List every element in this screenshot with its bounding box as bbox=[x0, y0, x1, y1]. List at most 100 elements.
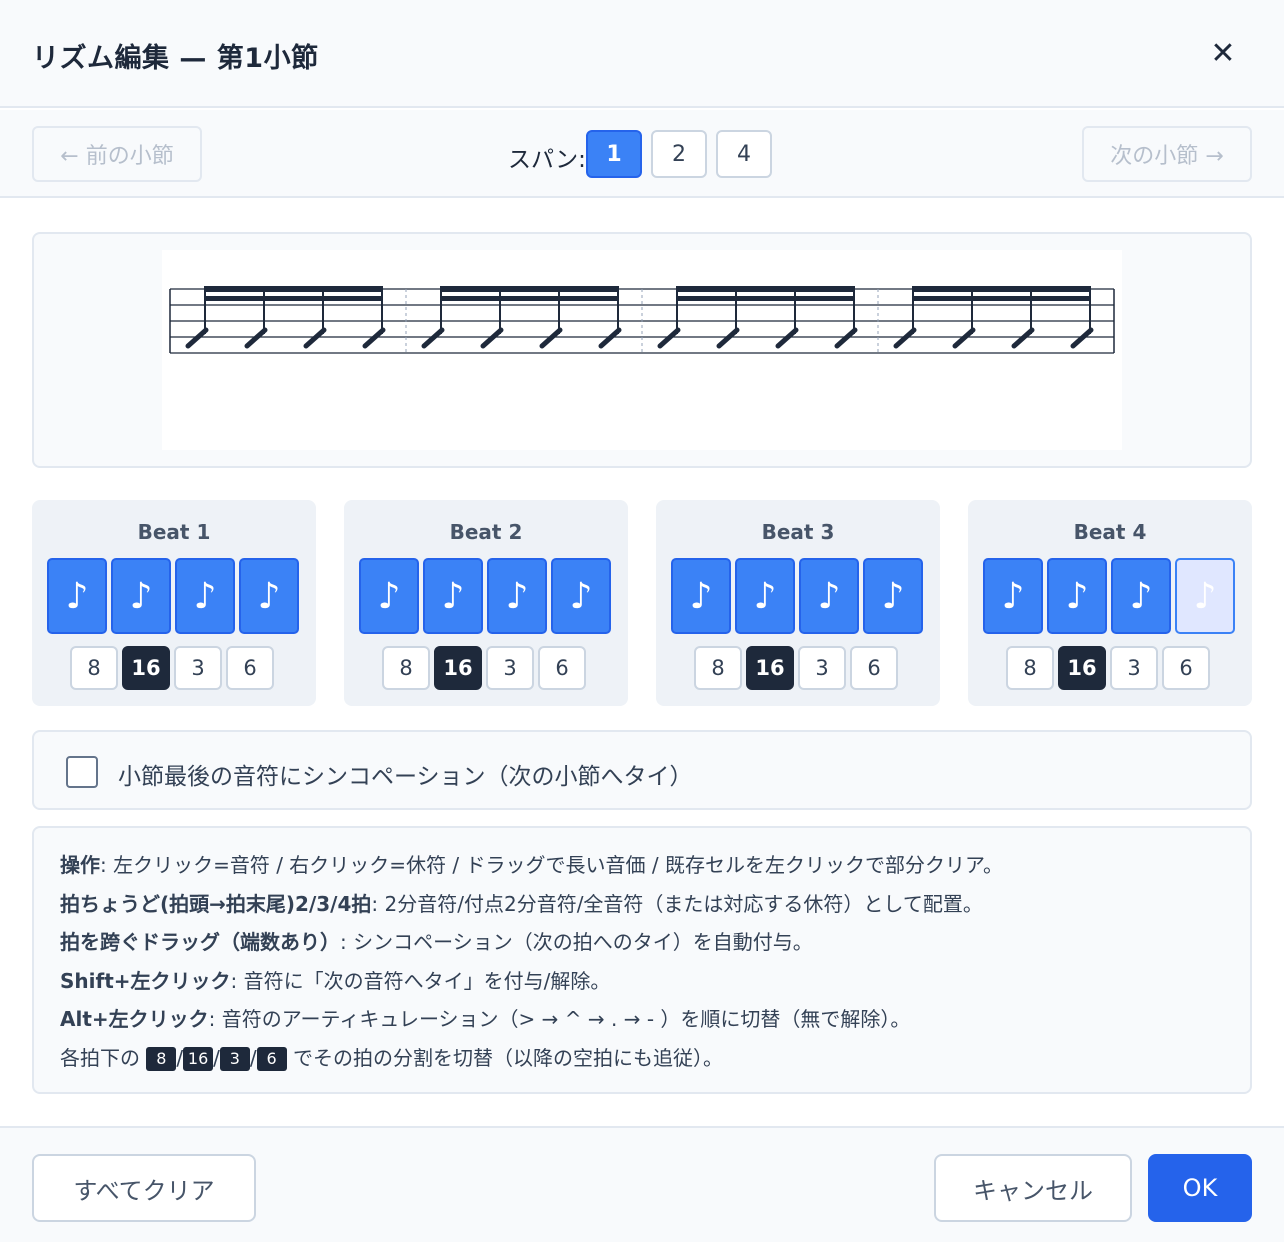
division-8-button[interactable]: 8 bbox=[382, 646, 430, 690]
note-cell[interactable]: ♪ bbox=[671, 558, 731, 634]
separator: / bbox=[176, 1045, 184, 1070]
prev-measure-button[interactable]: ← 前の小節 bbox=[32, 126, 202, 182]
slash-notehead bbox=[598, 327, 622, 349]
beat-title: Beat 4 bbox=[1073, 520, 1147, 544]
help-line: 拍ちょうど(拍頭→拍末尾)2/3/4拍: 2分音符/付点2分音符/全音符（または… bbox=[60, 885, 1250, 924]
note-cell-hover[interactable]: ♪ bbox=[1175, 558, 1235, 634]
division-6-button[interactable]: 6 bbox=[850, 646, 898, 690]
span-option-1[interactable]: 1 bbox=[586, 130, 642, 178]
division-16-button[interactable]: 16 bbox=[122, 646, 170, 690]
note-cell[interactable]: ♪ bbox=[239, 558, 299, 634]
help-term: Shift+左クリック bbox=[60, 968, 231, 993]
beam-secondary bbox=[204, 296, 383, 301]
help-text: : シンコペーション（次の拍へのタイ）を自動付与。 bbox=[340, 930, 813, 955]
division-buttons: 8 16 3 6 bbox=[1006, 646, 1216, 690]
note-cell[interactable]: ♪ bbox=[487, 558, 547, 634]
span-option-4[interactable]: 4 bbox=[716, 130, 772, 178]
slash-notehead bbox=[952, 327, 976, 349]
beam-secondary bbox=[440, 296, 619, 301]
help-text: 各拍下の bbox=[60, 1045, 147, 1070]
help-term: Alt+左クリック bbox=[60, 1007, 209, 1032]
slash-notehead bbox=[244, 327, 268, 349]
kbd-badge: 8 bbox=[146, 1047, 177, 1072]
division-16-button[interactable]: 16 bbox=[1058, 646, 1106, 690]
division-6-button[interactable]: 6 bbox=[226, 646, 274, 690]
beam-primary bbox=[676, 286, 855, 292]
rhythm-staff bbox=[169, 286, 1115, 354]
note-cell[interactable]: ♪ bbox=[359, 558, 419, 634]
division-8-button[interactable]: 8 bbox=[694, 646, 742, 690]
rhythm-edit-dialog: リズム編集 — 第1小節 ✕ ← 前の小節 スパン: 1 2 4 次の小節 → … bbox=[0, 0, 1284, 1242]
beam-primary bbox=[912, 286, 1091, 292]
help-line: 各拍下の 8/16/3/6 でその拍の分割を切替（以降の空拍にも追従）。 bbox=[60, 1039, 1250, 1078]
division-16-button[interactable]: 16 bbox=[434, 646, 482, 690]
beat-panel-4: Beat 4 ♪ ♪ ♪ ♪ 8 16 3 6 bbox=[968, 500, 1252, 706]
division-3-button[interactable]: 3 bbox=[798, 646, 846, 690]
division-16-button[interactable]: 16 bbox=[746, 646, 794, 690]
note-cell[interactable]: ♪ bbox=[1047, 558, 1107, 634]
beat-cells: ♪ ♪ ♪ ♪ bbox=[47, 558, 303, 634]
next-measure-button[interactable]: 次の小節 → bbox=[1082, 126, 1252, 182]
close-icon[interactable]: ✕ bbox=[1204, 34, 1242, 72]
help-panel: 操作: 左クリック=音符 / 右クリック=休符 / ドラッグで長い音価 / 既存… bbox=[32, 826, 1252, 1094]
help-line: Shift+左クリック: 音符に「次の音符へタイ」を付与/解除。 bbox=[60, 962, 1250, 1001]
slash-notehead bbox=[421, 327, 445, 349]
division-3-button[interactable]: 3 bbox=[174, 646, 222, 690]
note-cell[interactable]: ♪ bbox=[47, 558, 107, 634]
division-6-button[interactable]: 6 bbox=[538, 646, 586, 690]
help-term: 拍を跨ぐドラッグ（端数あり） bbox=[60, 930, 340, 955]
help-text: : 音符に「次の音符へタイ」を付与/解除。 bbox=[230, 968, 611, 993]
beam-primary bbox=[440, 286, 619, 292]
help-line: Alt+左クリック: 音符のアーティキュレーション（> → ^ → . → ‐ … bbox=[60, 1000, 1250, 1039]
division-8-button[interactable]: 8 bbox=[1006, 646, 1054, 690]
kbd-badge: 16 bbox=[183, 1047, 214, 1072]
division-3-button[interactable]: 3 bbox=[1110, 646, 1158, 690]
help-text: : 2分音符/付点2分音符/全音符（または対応する休符）として配置。 bbox=[371, 891, 983, 916]
division-buttons: 8 16 3 6 bbox=[70, 646, 280, 690]
separator: / bbox=[213, 1045, 220, 1070]
staff-canvas bbox=[162, 250, 1122, 450]
syncopation-option: 小節最後の音符にシンコペーション（次の小節へタイ） bbox=[32, 730, 1252, 810]
note-cell[interactable]: ♪ bbox=[799, 558, 859, 634]
beam-primary bbox=[204, 286, 383, 292]
syncopation-checkbox[interactable] bbox=[66, 756, 98, 788]
note-cell[interactable]: ♪ bbox=[175, 558, 235, 634]
slash-notehead bbox=[480, 327, 504, 349]
beat-title: Beat 1 bbox=[137, 520, 211, 544]
note-cell[interactable]: ♪ bbox=[1111, 558, 1171, 634]
slash-notehead bbox=[362, 327, 386, 349]
slash-notehead bbox=[775, 327, 799, 349]
clear-all-button[interactable]: すべてクリア bbox=[32, 1154, 256, 1222]
help-text: : 音符のアーティキュレーション（> → ^ → . → ‐ ）を順に切替（無で… bbox=[208, 1007, 911, 1032]
span-label: スパン: bbox=[508, 147, 586, 173]
note-cell[interactable]: ♪ bbox=[983, 558, 1043, 634]
ok-button[interactable]: OK bbox=[1148, 1154, 1252, 1222]
division-6-button[interactable]: 6 bbox=[1162, 646, 1210, 690]
beat-panel-3: Beat 3 ♪ ♪ ♪ ♪ 8 16 3 6 bbox=[656, 500, 940, 706]
note-cell[interactable]: ♪ bbox=[423, 558, 483, 634]
division-buttons: 8 16 3 6 bbox=[382, 646, 592, 690]
note-cell[interactable]: ♪ bbox=[551, 558, 611, 634]
help-term: 操作 bbox=[60, 853, 100, 877]
kbd-badge: 6 bbox=[256, 1047, 287, 1072]
beat-cells: ♪ ♪ ♪ ♪ bbox=[359, 558, 615, 634]
beam-secondary bbox=[912, 296, 1091, 301]
slash-notehead bbox=[893, 327, 917, 349]
beat-panel-2: Beat 2 ♪ ♪ ♪ ♪ 8 16 3 6 bbox=[344, 500, 628, 706]
cancel-button[interactable]: キャンセル bbox=[934, 1154, 1132, 1222]
dialog-header: リズム編集 — 第1小節 ✕ bbox=[0, 0, 1284, 108]
division-3-button[interactable]: 3 bbox=[486, 646, 534, 690]
beat-title: Beat 2 bbox=[449, 520, 523, 544]
note-cell[interactable]: ♪ bbox=[735, 558, 795, 634]
kbd-badge: 3 bbox=[219, 1047, 250, 1072]
beat-title: Beat 3 bbox=[761, 520, 835, 544]
help-line: 拍を跨ぐドラッグ（端数あり）: シンコペーション（次の拍へのタイ）を自動付与。 bbox=[60, 923, 1250, 962]
note-cell[interactable]: ♪ bbox=[111, 558, 171, 634]
slash-notehead bbox=[539, 327, 563, 349]
note-cell[interactable]: ♪ bbox=[863, 558, 923, 634]
division-8-button[interactable]: 8 bbox=[70, 646, 118, 690]
beam-secondary bbox=[676, 296, 855, 301]
slash-notehead bbox=[834, 327, 858, 349]
syncopation-label[interactable]: 小節最後の音符にシンコペーション（次の小節へタイ） bbox=[118, 757, 693, 791]
span-option-2[interactable]: 2 bbox=[651, 130, 707, 178]
